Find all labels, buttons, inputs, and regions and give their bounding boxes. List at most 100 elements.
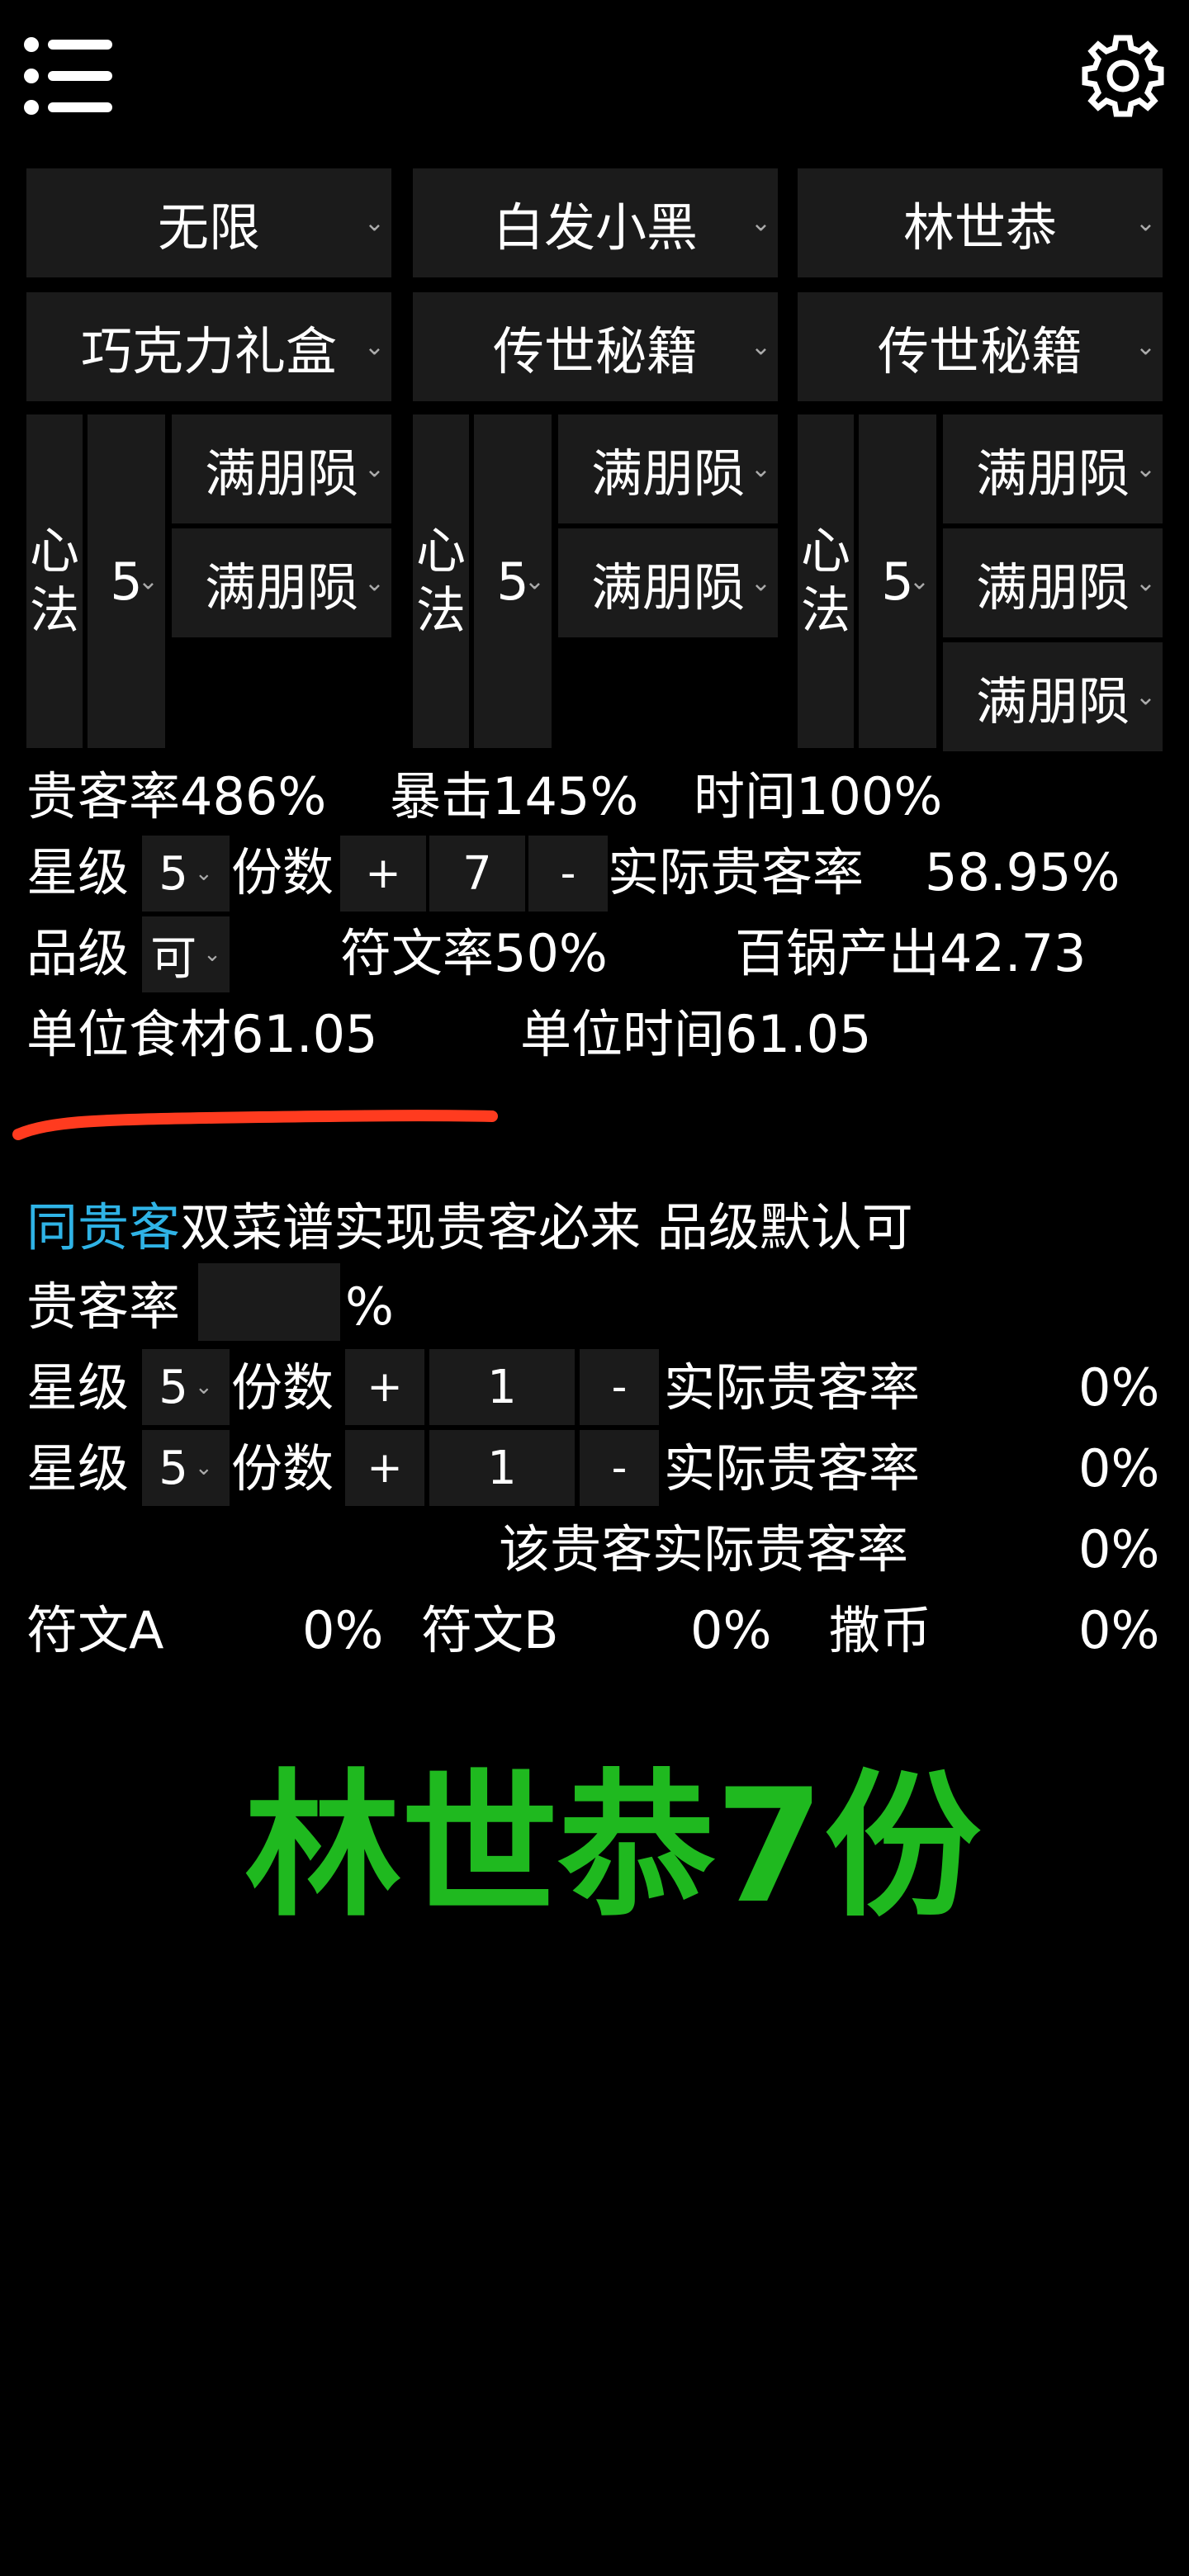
star-select[interactable]: 5 ⌄ bbox=[142, 836, 230, 912]
xinfa-text: 心法 bbox=[30, 523, 79, 640]
select-equip-3-value: 传世秘籍 bbox=[877, 321, 1082, 381]
sg-actual-value-1: 0% bbox=[1078, 1357, 1160, 1418]
star-value: 5 bbox=[159, 846, 188, 901]
sg-portion-input-1[interactable]: 1 bbox=[429, 1349, 575, 1425]
portion-minus-button[interactable]: - bbox=[528, 836, 608, 912]
skill-select-1-1[interactable]: 满朋陨 ⌄ bbox=[172, 414, 391, 523]
crit-text: 暴击145% bbox=[390, 766, 639, 826]
star-label: 星级 bbox=[26, 842, 130, 902]
chevron-down-icon: ⌄ bbox=[363, 454, 385, 484]
xinfa-label-3: 心法 bbox=[798, 414, 854, 748]
actual-rate-label: 实际贵客率 bbox=[608, 842, 865, 902]
sg-plus-button-1[interactable]: + bbox=[345, 1349, 424, 1425]
rune-a-value: 0% bbox=[302, 1600, 384, 1660]
chevron-down-icon: ⌄ bbox=[1135, 454, 1156, 484]
sg-star-value: 5 bbox=[159, 1360, 188, 1414]
rune-rate-text: 符文率50% bbox=[340, 923, 608, 983]
select-chef-2[interactable]: 林世恭 ⌄ bbox=[798, 168, 1163, 277]
guest-actual-value: 0% bbox=[1078, 1519, 1160, 1579]
chevron-down-icon: ⌄ bbox=[1135, 208, 1156, 238]
sg-portion-input-2[interactable]: 1 bbox=[429, 1430, 575, 1506]
same-guest-desc: 双菜谱实现贵客必来 品级默认可 bbox=[180, 1197, 913, 1257]
chevron-down-icon: ⌄ bbox=[750, 332, 771, 362]
sg-portion-label-2: 份数 bbox=[231, 1438, 334, 1499]
skill-select-3-1[interactable]: 满朋陨 ⌄ bbox=[943, 414, 1163, 523]
same-guest-highlight: 同贵客 bbox=[26, 1197, 181, 1257]
skill-select-1-2[interactable]: 满朋陨 ⌄ bbox=[172, 528, 391, 637]
chevron-down-icon: ⌄ bbox=[1135, 682, 1156, 712]
chevron-down-icon: ⌄ bbox=[137, 566, 159, 596]
skill-value: 满朋陨 bbox=[204, 557, 358, 618]
chevron-down-icon: ⌄ bbox=[203, 942, 221, 967]
select-chef-1[interactable]: 白发小黑 ⌄ bbox=[413, 168, 778, 277]
skill-select-3-3[interactable]: 满朋陨 ⌄ bbox=[943, 642, 1163, 751]
xinfa-label-2: 心法 bbox=[413, 414, 469, 748]
skill-value: 满朋陨 bbox=[975, 443, 1130, 504]
xinfa-label-1: 心法 bbox=[26, 414, 83, 748]
sg-minus-button-1[interactable]: - bbox=[580, 1349, 659, 1425]
sg-star-select-1[interactable]: 5 ⌄ bbox=[142, 1349, 230, 1425]
skill-value: 满朋陨 bbox=[975, 671, 1130, 732]
sg-actual-value-2: 0% bbox=[1078, 1438, 1160, 1499]
xinfa-level-select-1[interactable]: 5 ⌄ bbox=[88, 414, 165, 748]
chevron-down-icon: ⌄ bbox=[194, 861, 213, 886]
select-mode[interactable]: 无限 ⌄ bbox=[26, 168, 391, 277]
chevron-down-icon: ⌄ bbox=[194, 1456, 213, 1480]
unit-time-text: 单位时间61.05 bbox=[520, 1004, 872, 1064]
skill-value: 满朋陨 bbox=[975, 557, 1130, 618]
skill-select-2-2[interactable]: 满朋陨 ⌄ bbox=[558, 528, 778, 637]
chevron-down-icon: ⌄ bbox=[363, 568, 385, 598]
skill-value: 满朋陨 bbox=[204, 443, 358, 504]
select-equip-1[interactable]: 巧克力礼盒 ⌄ bbox=[26, 292, 391, 401]
xinfa-level-select-2[interactable]: 5 ⌄ bbox=[474, 414, 552, 748]
portion-plus-button[interactable]: + bbox=[340, 836, 426, 912]
coin-label: 撒币 bbox=[829, 1600, 932, 1660]
select-equip-2-value: 传世秘籍 bbox=[492, 321, 698, 381]
select-chef-1-value: 白发小黑 bbox=[492, 197, 698, 258]
chevron-down-icon: ⌄ bbox=[750, 208, 771, 238]
sg-rate-unit: % bbox=[345, 1276, 394, 1337]
sg-rate-input[interactable] bbox=[198, 1263, 340, 1341]
same-guest-title: 同贵客双菜谱实现贵客必来 品级默认可 bbox=[26, 1202, 913, 1253]
coin-value: 0% bbox=[1078, 1600, 1160, 1660]
xinfa-text: 心法 bbox=[801, 523, 850, 640]
skill-select-3-2[interactable]: 满朋陨 ⌄ bbox=[943, 528, 1163, 637]
xinfa-level-select-3[interactable]: 5 ⌄ bbox=[859, 414, 936, 748]
select-equip-1-value: 巧克力礼盒 bbox=[80, 321, 337, 381]
portion-label: 份数 bbox=[231, 842, 334, 902]
chevron-down-icon: ⌄ bbox=[750, 568, 771, 598]
select-mode-value: 无限 bbox=[157, 197, 260, 258]
skill-select-2-1[interactable]: 满朋陨 ⌄ bbox=[558, 414, 778, 523]
chevron-down-icon: ⌄ bbox=[363, 208, 385, 238]
chevron-down-icon: ⌄ bbox=[908, 566, 930, 596]
sg-star-label-1: 星级 bbox=[26, 1357, 130, 1418]
hamburger-menu-icon[interactable] bbox=[23, 36, 114, 116]
chevron-down-icon: ⌄ bbox=[523, 566, 545, 596]
skill-value: 满朋陨 bbox=[590, 443, 745, 504]
guest-actual-label: 该贵客实际贵客率 bbox=[499, 1519, 909, 1579]
sg-actual-label-2: 实际贵客率 bbox=[664, 1438, 921, 1499]
gear-icon[interactable] bbox=[1078, 31, 1168, 121]
xinfa-text: 心法 bbox=[416, 523, 466, 640]
sg-plus-button-2[interactable]: + bbox=[345, 1430, 424, 1506]
sg-star-select-2[interactable]: 5 ⌄ bbox=[142, 1430, 230, 1506]
unit-food-text: 单位食材61.05 bbox=[26, 1004, 378, 1064]
sg-star-label-2: 星级 bbox=[26, 1438, 130, 1499]
select-equip-3[interactable]: 传世秘籍 ⌄ bbox=[798, 292, 1163, 401]
time-text: 时间100% bbox=[694, 766, 943, 826]
sg-portion-label-1: 份数 bbox=[231, 1357, 334, 1418]
guest-rate-text: 贵客率486% bbox=[26, 766, 327, 826]
portion-input[interactable]: 7 bbox=[429, 836, 525, 912]
sg-minus-button-2[interactable]: - bbox=[580, 1430, 659, 1506]
chevron-down-icon: ⌄ bbox=[363, 332, 385, 362]
select-chef-2-value: 林世恭 bbox=[902, 197, 1057, 258]
chevron-down-icon: ⌄ bbox=[1135, 568, 1156, 598]
chevron-down-icon: ⌄ bbox=[194, 1375, 213, 1399]
skill-value: 满朋陨 bbox=[590, 557, 745, 618]
grade-select[interactable]: 可 ⌄ bbox=[142, 916, 230, 992]
sg-rate-label: 贵客率 bbox=[26, 1276, 181, 1337]
select-equip-2[interactable]: 传世秘籍 ⌄ bbox=[413, 292, 778, 401]
grade-value: 可 bbox=[150, 931, 197, 986]
red-underline-annotation bbox=[12, 1110, 498, 1140]
chevron-down-icon: ⌄ bbox=[750, 454, 771, 484]
